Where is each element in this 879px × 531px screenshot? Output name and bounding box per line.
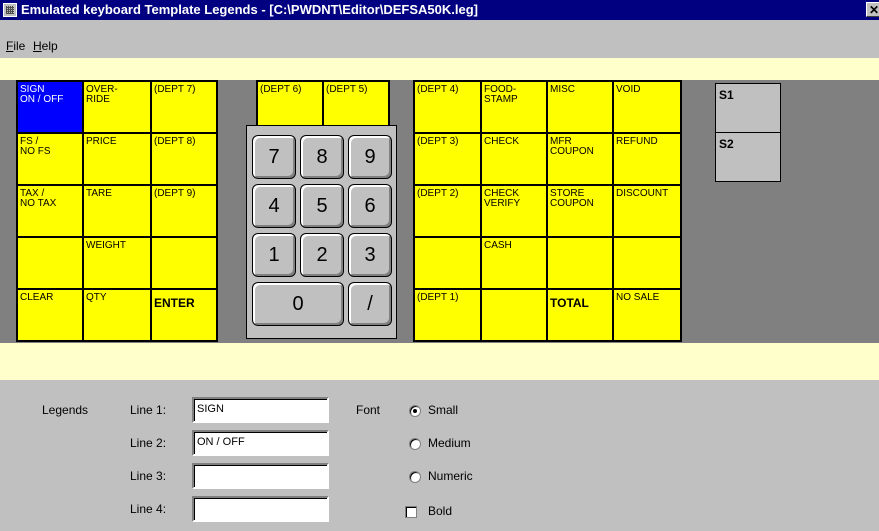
font-medium-label[interactable]: Medium xyxy=(428,436,471,450)
key-dept-6[interactable]: (DEPT 6) xyxy=(256,80,324,130)
key-void[interactable]: VOID xyxy=(612,80,682,134)
key-dept-2[interactable]: (DEPT 2) xyxy=(413,184,482,238)
key-over-ride[interactable]: OVER- RIDE xyxy=(82,80,152,134)
top-stripe xyxy=(0,58,879,80)
legend-form: Legends Line 1: SIGN Line 2: ON / OFF Li… xyxy=(0,380,879,531)
bold-label[interactable]: Bold xyxy=(428,504,452,518)
font-label: Font xyxy=(356,403,381,417)
bold-checkbox[interactable] xyxy=(405,506,417,518)
bottom-stripe xyxy=(0,343,879,380)
menu-help-rest: elp xyxy=(41,39,58,53)
menu-file-rest: ile xyxy=(13,39,26,53)
font-medium-radio[interactable] xyxy=(409,438,421,450)
font-small-label[interactable]: Small xyxy=(428,403,458,417)
key-check[interactable]: CHECK xyxy=(480,132,548,186)
menu-bar: File Help xyxy=(0,20,879,58)
numpad-key-five[interactable]: 5 xyxy=(300,184,344,228)
key-dept-3[interactable]: (DEPT 3) xyxy=(413,132,482,186)
numpad-key-four[interactable]: 4 xyxy=(252,184,296,228)
key-food-stamp[interactable]: FOOD- STAMP xyxy=(480,80,548,134)
line4-label: Line 4: xyxy=(130,502,167,516)
numpad-key-seven[interactable]: 7 xyxy=(252,135,296,179)
line4-input[interactable] xyxy=(192,496,329,522)
key-check-verify[interactable]: CHECK VERIFY xyxy=(480,184,548,238)
close-button[interactable]: ✕ xyxy=(866,2,879,17)
key-misc[interactable]: MISC xyxy=(546,80,614,134)
line1-label: Line 1: xyxy=(130,403,167,417)
key-cash[interactable]: CASH xyxy=(480,236,548,290)
numpad-key-three[interactable]: 3 xyxy=(348,233,392,277)
key-dept-4[interactable]: (DEPT 4) xyxy=(413,80,482,134)
app-icon[interactable] xyxy=(3,3,17,17)
key-total[interactable]: TOTAL xyxy=(546,288,614,342)
key-tax-no-tax[interactable]: TAX / NO TAX xyxy=(16,184,84,238)
key-sign-on-off[interactable]: SIGN ON / OFF xyxy=(16,80,84,134)
key-dept-7[interactable]: (DEPT 7) xyxy=(150,80,218,134)
numpad-key-eight[interactable]: 8 xyxy=(300,135,344,179)
key-blank[interactable] xyxy=(612,236,682,290)
line2-label: Line 2: xyxy=(130,436,167,450)
key-fs-no-fs[interactable]: FS / NO FS xyxy=(16,132,84,186)
legends-label: Legends xyxy=(42,403,89,417)
window-title: Emulated keyboard Template Legends - [C:… xyxy=(21,2,478,17)
numpad-key-one[interactable]: 1 xyxy=(252,233,296,277)
key-tare[interactable]: TARE xyxy=(82,184,152,238)
line1-input[interactable]: SIGN xyxy=(192,397,329,423)
key-qty[interactable]: QTY xyxy=(82,288,152,342)
key-dept-8[interactable]: (DEPT 8) xyxy=(150,132,218,186)
numpad-key-six[interactable]: 6 xyxy=(348,184,392,228)
key-blank[interactable] xyxy=(480,288,548,342)
key-no-sale[interactable]: NO SALE xyxy=(612,288,682,342)
numpad-key-zero[interactable]: 0 xyxy=(252,282,344,326)
key-discount[interactable]: DISCOUNT xyxy=(612,184,682,238)
menu-help[interactable]: Help xyxy=(33,39,58,53)
title-bar: Emulated keyboard Template Legends - [C:… xyxy=(0,0,879,20)
key-refund[interactable]: REFUND xyxy=(612,132,682,186)
key-dept-5[interactable]: (DEPT 5) xyxy=(322,80,390,130)
key-enter[interactable]: ENTER xyxy=(150,288,218,342)
key-blank[interactable] xyxy=(150,236,218,290)
numpad-key-slash[interactable]: / xyxy=(348,282,392,326)
font-numeric-radio[interactable] xyxy=(409,471,421,483)
line2-input[interactable]: ON / OFF xyxy=(192,430,329,456)
menu-help-mnemonic: H xyxy=(33,39,42,53)
numpad-key-nine[interactable]: 9 xyxy=(348,135,392,179)
key-blank[interactable] xyxy=(546,236,614,290)
key-dept-1[interactable]: (DEPT 1) xyxy=(413,288,482,342)
key-clear[interactable]: CLEAR xyxy=(16,288,84,342)
line3-input[interactable] xyxy=(192,463,329,489)
key-blank[interactable] xyxy=(16,236,84,290)
key-store-coupon[interactable]: STORE COUPON xyxy=(546,184,614,238)
font-small-radio[interactable] xyxy=(409,405,421,417)
menu-file[interactable]: File xyxy=(6,39,25,53)
key-dept-9[interactable]: (DEPT 9) xyxy=(150,184,218,238)
line3-label: Line 3: xyxy=(130,469,167,483)
key-weight[interactable]: WEIGHT xyxy=(82,236,152,290)
key-s2[interactable]: S2 xyxy=(715,132,781,182)
key-blank[interactable] xyxy=(413,236,482,290)
numpad-key-two[interactable]: 2 xyxy=(300,233,344,277)
key-price[interactable]: PRICE xyxy=(82,132,152,186)
key-mfr-coupon[interactable]: MFR COUPON xyxy=(546,132,614,186)
font-numeric-label[interactable]: Numeric xyxy=(428,469,473,483)
key-s1[interactable]: S1 xyxy=(715,83,781,133)
numpad: 7 8 9 4 5 6 1 2 3 0/ xyxy=(246,125,397,339)
